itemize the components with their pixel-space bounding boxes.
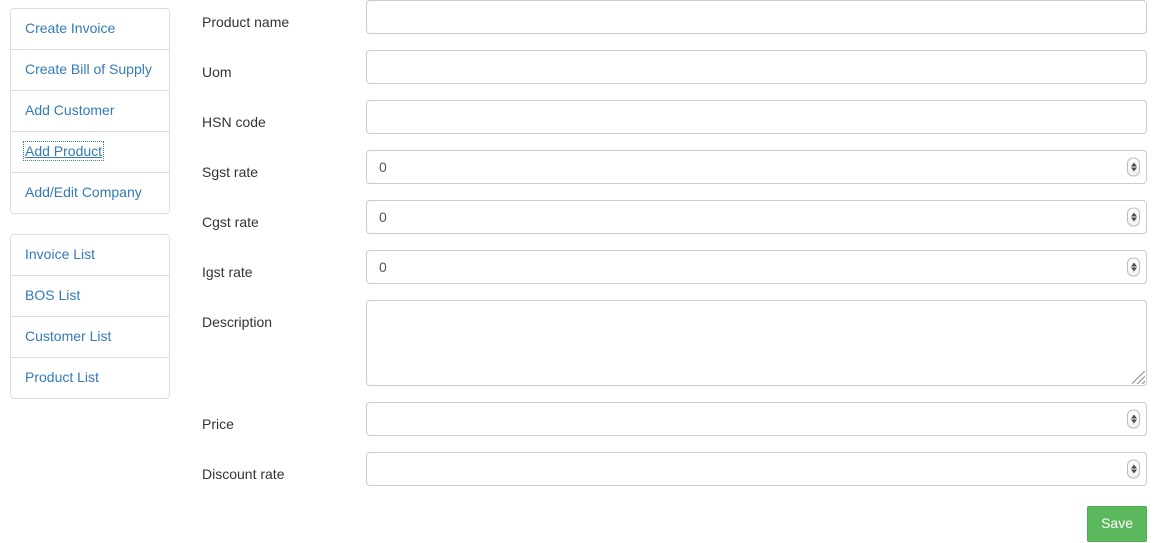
- sidebar-item-label: BOS List: [25, 286, 81, 303]
- control-wrap-discount_rate: [366, 452, 1147, 486]
- label-uom: Uom: [202, 64, 232, 80]
- chevron-up-icon[interactable]: [1130, 162, 1137, 167]
- sidebar-item-invoice-list[interactable]: Invoice List: [11, 234, 169, 276]
- sidebar-item-label: Product List: [25, 368, 99, 385]
- sidebar-item-label: Add/Edit Company: [25, 183, 142, 200]
- price-input[interactable]: [366, 402, 1147, 436]
- form-row-discount_rate: Discount rate: [202, 452, 1147, 486]
- label-product_name: Product name: [202, 14, 290, 30]
- control-wrap-uom: [366, 50, 1147, 84]
- form-row-igst_rate: Igst rate: [202, 250, 1147, 284]
- form-footer: Save: [202, 506, 1147, 542]
- add-product-page: Create Invoice Create Bill of Supply Add C…: [0, 0, 1169, 543]
- chevron-down-icon[interactable]: [1130, 267, 1137, 272]
- chevron-up-icon[interactable]: [1130, 262, 1137, 267]
- label-description: Description: [202, 314, 273, 330]
- sgst_rate-stepper[interactable]: [1127, 157, 1140, 177]
- form-row-cgst_rate: Cgst rate: [202, 200, 1147, 234]
- hsn_code-input[interactable]: [366, 100, 1147, 134]
- sidebar-item-label: Customer List: [25, 327, 112, 344]
- control-wrap-price: [366, 402, 1147, 436]
- sidebar-item-add-product[interactable]: Add Product: [11, 131, 169, 173]
- chevron-up-icon[interactable]: [1130, 212, 1137, 217]
- control-wrap-sgst_rate: [366, 150, 1147, 184]
- igst_rate-input[interactable]: [366, 250, 1147, 284]
- price-stepper[interactable]: [1127, 409, 1140, 429]
- sidebar-item-add-customer[interactable]: Add Customer: [11, 90, 169, 132]
- igst_rate-stepper[interactable]: [1127, 257, 1140, 277]
- chevron-up-icon[interactable]: [1130, 414, 1137, 419]
- textarea-resize-handle-icon[interactable]: [1132, 371, 1145, 384]
- discount_rate-input[interactable]: [366, 452, 1147, 486]
- chevron-up-icon[interactable]: [1130, 464, 1137, 469]
- form-row-sgst_rate: Sgst rate: [202, 150, 1147, 184]
- description-input[interactable]: [366, 300, 1147, 386]
- add-product-form: Product name Uom HSN code Sgst rate Cgst rat…: [202, 0, 1147, 542]
- chevron-down-icon[interactable]: [1130, 419, 1137, 424]
- sidebar-item-product-list[interactable]: Product List: [11, 357, 169, 398]
- label-hsn_code: HSN code: [202, 114, 266, 130]
- sidebar-item-label: Invoice List: [25, 245, 96, 262]
- label-sgst_rate: Sgst rate: [202, 164, 259, 180]
- cgst_rate-input[interactable]: [366, 200, 1147, 234]
- chevron-down-icon[interactable]: [1130, 469, 1137, 474]
- form-row-hsn_code: HSN code: [202, 100, 1147, 134]
- save-button[interactable]: Save: [1087, 506, 1147, 542]
- control-wrap-description: [366, 300, 1147, 386]
- label-cgst_rate: Cgst rate: [202, 214, 259, 230]
- label-igst_rate: Igst rate: [202, 264, 253, 280]
- label-price: Price: [202, 416, 234, 432]
- sidebar-item-bos-list[interactable]: BOS List: [11, 275, 169, 317]
- cgst_rate-stepper[interactable]: [1127, 207, 1140, 227]
- form-row-description: Description: [202, 300, 1147, 386]
- form-row-uom: Uom: [202, 50, 1147, 84]
- sidebar-item-create-bill-of-supply[interactable]: Create Bill of Supply: [11, 49, 169, 91]
- sidebar-item-label: Create Invoice: [25, 20, 116, 36]
- chevron-down-icon[interactable]: [1130, 217, 1137, 222]
- form-row-product_name: Product name: [202, 0, 1147, 34]
- sgst_rate-input[interactable]: [366, 150, 1147, 184]
- sidebar-nav: Create Invoice Create Bill of Supply Add C…: [10, 8, 170, 399]
- nav-group-actions: Create Invoice Create Bill of Supply Add C…: [10, 8, 170, 214]
- control-wrap-cgst_rate: [366, 200, 1147, 234]
- sidebar-item-customer-list[interactable]: Customer List: [11, 316, 169, 358]
- control-wrap-hsn_code: [366, 100, 1147, 134]
- chevron-down-icon[interactable]: [1130, 167, 1137, 172]
- sidebar-item-create-invoice[interactable]: Create Invoice: [11, 9, 169, 50]
- control-wrap-igst_rate: [366, 250, 1147, 284]
- nav-group-lists: Invoice List BOS List Customer List Product…: [10, 233, 170, 399]
- control-wrap-product_name: [366, 0, 1147, 34]
- label-discount_rate: Discount rate: [202, 466, 285, 482]
- sidebar-item-label: Add Customer: [25, 101, 115, 118]
- discount_rate-stepper[interactable]: [1127, 459, 1140, 479]
- sidebar-item-label: Create Bill of Supply: [25, 60, 152, 77]
- form-fields: Product name Uom HSN code Sgst rate Cgst rat…: [202, 0, 1147, 486]
- sidebar-item-add-edit-company[interactable]: Add/Edit Company: [11, 172, 169, 213]
- sidebar-item-label: Add Product: [22, 140, 105, 161]
- uom-input[interactable]: [366, 50, 1147, 84]
- form-row-price: Price: [202, 402, 1147, 436]
- product_name-input[interactable]: [366, 0, 1147, 34]
